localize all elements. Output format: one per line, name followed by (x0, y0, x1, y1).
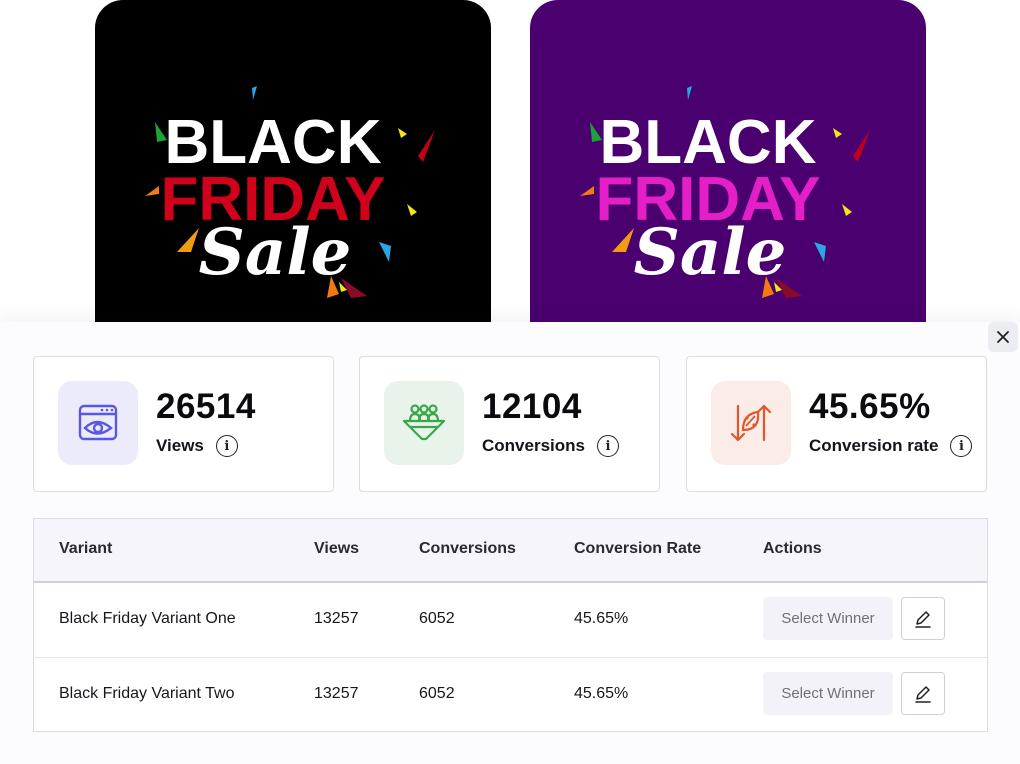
ab-test-results-panel: 26514 Views i 12104 Conversions i 45.65%… (0, 322, 1020, 764)
header-actions: Actions (763, 540, 822, 557)
variant-views: 13257 (314, 610, 359, 627)
banner-line-sale: Sale (634, 215, 787, 290)
variant-views: 13257 (314, 685, 359, 702)
header-views: Views (314, 540, 360, 557)
edit-button[interactable] (901, 672, 945, 715)
views-value: 26514 (156, 387, 256, 426)
header-conversions: Conversions (419, 540, 516, 557)
select-winner-button[interactable]: Select Winner (763, 672, 893, 715)
variant-two-banner[interactable]: BLACK FRIDAY Sale (530, 0, 926, 340)
black-friday-sale-graphic: BLACK FRIDAY Sale (95, 0, 491, 340)
stats-row: 26514 Views i 12104 Conversions i 45.65%… (33, 356, 988, 492)
info-icon[interactable]: i (215, 435, 238, 457)
conversion-rate-icon-tile (711, 381, 791, 465)
conversions-stat-card: 12104 Conversions i (359, 356, 660, 492)
variant-name: Black Friday Variant One (59, 610, 236, 627)
views-icon-tile (58, 381, 138, 465)
conversion-rate-icon (730, 404, 772, 442)
conversion-rate-stat-card: 45.65% Conversion rate i (686, 356, 987, 492)
table-header: Variant Views Conversions Conversion Rat… (34, 519, 987, 583)
header-variant: Variant (59, 540, 113, 557)
conversions-icon-tile (384, 381, 464, 465)
close-icon (997, 331, 1009, 343)
variant-conversion-rate: 45.65% (574, 685, 629, 702)
table-row: Black Friday Variant One 13257 6052 45.6… (34, 583, 987, 658)
banner-line-sale: Sale (199, 215, 352, 290)
variant-conversions: 6052 (419, 685, 455, 702)
variant-one-banner[interactable]: BLACK FRIDAY Sale (95, 0, 491, 340)
variant-name: Black Friday Variant Two (59, 685, 235, 702)
pencil-icon (915, 610, 931, 628)
conversion-rate-label: Conversion rate (809, 436, 939, 455)
group-funnel-icon (402, 404, 446, 441)
select-winner-button[interactable]: Select Winner (763, 597, 893, 640)
edit-button[interactable] (901, 597, 945, 640)
info-icon[interactable]: i (596, 435, 619, 457)
pencil-icon (915, 685, 931, 703)
conversions-value: 12104 (482, 387, 582, 426)
info-icon[interactable]: i (950, 435, 973, 457)
variant-conversion-rate: 45.65% (574, 610, 629, 627)
views-label: Views (156, 436, 204, 455)
variants-table: Variant Views Conversions Conversion Rat… (33, 518, 988, 732)
table-row: Black Friday Variant Two 13257 6052 45.6… (34, 658, 987, 732)
views-stat-card: 26514 Views i (33, 356, 334, 492)
view-browser-icon (78, 404, 118, 441)
conversions-label: Conversions (482, 436, 585, 455)
header-conversion-rate: Conversion Rate (574, 540, 702, 557)
black-friday-sale-graphic: BLACK FRIDAY Sale (530, 0, 926, 340)
conversion-rate-value: 45.65% (809, 387, 931, 426)
page: BLACK FRIDAY Sale BLACK FRIDAY Sale 2651… (0, 0, 1020, 764)
variant-conversions: 6052 (419, 610, 455, 627)
close-button[interactable] (988, 322, 1018, 352)
